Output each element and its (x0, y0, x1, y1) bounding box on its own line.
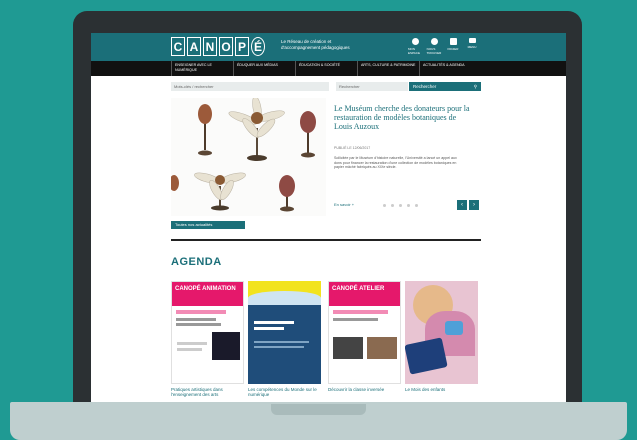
category-select[interactable]: Rechercher (336, 82, 408, 91)
agenda-card-image: CANOPÉ ANIMATION (171, 281, 244, 384)
cart-icon[interactable]: PANIER (446, 38, 460, 56)
nav-item[interactable]: Éduquer aux médias (233, 61, 295, 76)
agenda-card-caption[interactable]: Le Mois des enfants (405, 387, 478, 392)
logo-letter: N (203, 37, 217, 56)
agenda-card-image (405, 281, 478, 384)
laptop-notch (271, 404, 366, 415)
read-more-link[interactable]: En savoir + (334, 202, 354, 207)
nav-item[interactable]: Arts, culture & patrimoine (357, 61, 419, 76)
hero-image-botanical-models[interactable] (171, 98, 326, 216)
agenda-card-caption[interactable]: Découvrir la classe inversée (328, 387, 401, 392)
all-news-button[interactable]: Toutes nos actualités (171, 221, 245, 229)
nav-item[interactable]: Éducation & société (295, 61, 357, 76)
search-button-label: Rechercher (413, 84, 437, 89)
agenda-card-image: CANOPÉ ATELIER (328, 281, 401, 384)
site-tagline: Le Réseau de création et d'accompagnemen… (281, 39, 350, 50)
card-tag: CANOPÉ ATELIER (329, 282, 400, 306)
carousel-dots[interactable] (383, 204, 423, 207)
logo-letter: É (251, 37, 265, 56)
user-icon[interactable]: MON ESPACE (408, 38, 422, 56)
menu-icon[interactable]: MENU (465, 38, 479, 56)
logo-letter: O (219, 37, 233, 56)
nav-item[interactable]: Actualités & agenda (419, 61, 481, 76)
canope-logo[interactable]: C A N O P É (171, 37, 267, 56)
agenda-card-image (248, 281, 321, 384)
search-bar: Mots-clés / rechercher Rechercher Recher… (171, 82, 481, 92)
hero-date: PUBLIÉ LE 12/06/2017 (334, 146, 371, 150)
agenda-card-caption[interactable]: Pratiques artistiques dans l'enseignemen… (171, 387, 244, 397)
agenda-card[interactable]: Le Mois des enfants (405, 281, 478, 405)
site-header: C A N O P É Le Réseau de création et d'a… (91, 33, 566, 61)
hero-summary: Sollicitée par le Muséum d'histoire natu… (334, 156, 457, 170)
search-button[interactable]: Rechercher ⚲ (409, 82, 481, 91)
nav-item[interactable]: Enseigner avec le numérique (171, 61, 233, 76)
main-nav: Enseigner avec le numérique Éduquer aux … (91, 61, 566, 76)
logo-letter: C (171, 37, 185, 56)
agenda-card-caption[interactable]: Les compétences du Monde sur le numériqu… (248, 387, 321, 397)
section-divider (171, 239, 481, 241)
search-input[interactable]: Mots-clés / rechercher (171, 82, 329, 91)
agenda-heading: AGENDA (171, 256, 222, 268)
search-icon: ⚲ (473, 84, 477, 89)
hero-title[interactable]: Le Muséum cherche des donateurs pour la … (334, 104, 474, 131)
hero-article-panel: Le Muséum cherche des donateurs pour la … (328, 98, 481, 216)
agenda-card[interactable]: Les compétences du Monde sur le numériqu… (248, 281, 321, 405)
logo-letter: A (187, 37, 201, 56)
agenda-card[interactable]: CANOPÉ ATELIER Découvrir la classe inver… (328, 281, 401, 405)
location-icon[interactable]: NOUS TROUVER (427, 38, 441, 56)
agenda-card[interactable]: CANOPÉ ANIMATION Pratiques artistiques d… (171, 281, 244, 405)
carousel-next-button[interactable]: › (469, 200, 479, 210)
browser-viewport: C A N O P É Le Réseau de création et d'a… (91, 33, 566, 405)
header-icons: MON ESPACE NOUS TROUVER PANIER MENU (403, 38, 479, 56)
card-tag: CANOPÉ ANIMATION (172, 282, 243, 306)
botanical-models-illustration (171, 98, 316, 212)
logo-letter: P (235, 37, 249, 56)
carousel-prev-button[interactable]: ‹ (457, 200, 467, 210)
